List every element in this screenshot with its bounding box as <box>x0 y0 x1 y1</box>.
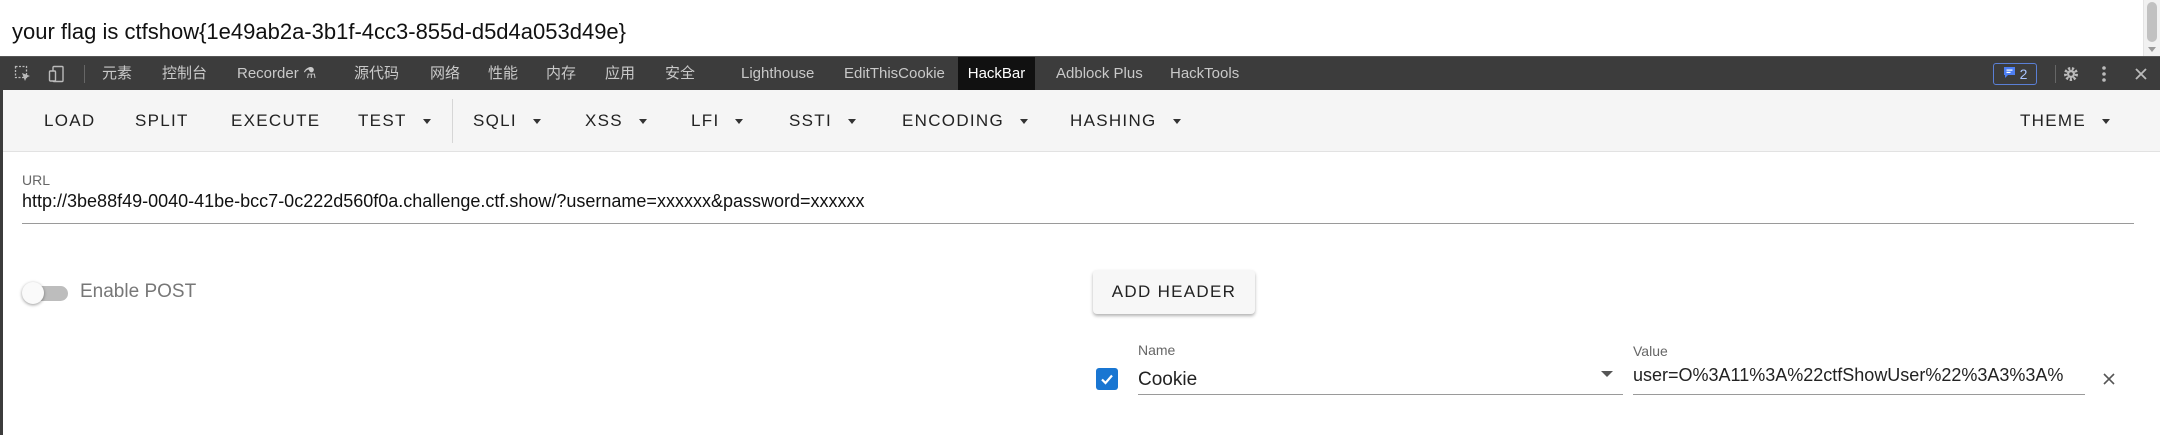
add-header-button[interactable]: ADD HEADER <box>1093 270 1255 314</box>
settings-icon[interactable] <box>2060 57 2082 91</box>
header-name-underline <box>1138 394 1623 395</box>
theme-label: THEME <box>2020 111 2086 130</box>
chevron-down-icon <box>638 118 647 124</box>
sqli-menu-button[interactable]: SQLI <box>473 90 541 152</box>
test-menu-button[interactable]: TEST <box>358 90 431 152</box>
split-label: SPLIT <box>135 111 189 130</box>
load-label: LOAD <box>44 111 96 130</box>
chevron-down-icon <box>735 118 744 124</box>
url-label: URL <box>22 172 51 188</box>
header-name-label: Name <box>1138 342 1176 358</box>
close-icon[interactable] <box>2130 57 2152 91</box>
tab-adblock-plus[interactable]: Adblock Plus <box>1046 57 1153 91</box>
issues-count: 2 <box>2019 66 2028 82</box>
chevron-down-icon <box>848 118 856 124</box>
url-underline <box>22 223 2134 224</box>
ssti-menu-button[interactable]: SSTI <box>789 90 856 152</box>
url-input[interactable]: http://3be88f49-0040-41be-bcc7-0c222d560… <box>22 191 865 212</box>
tab-performance[interactable]: 性能 <box>478 57 528 91</box>
toolbar-divider <box>452 99 453 143</box>
split-button[interactable]: SPLIT <box>135 90 189 152</box>
tab-editthiscookie[interactable]: EditThisCookie <box>834 57 955 91</box>
xss-label: XSS <box>585 111 623 130</box>
ssti-label: SSTI <box>789 111 832 130</box>
execute-label: EXECUTE <box>231 111 321 130</box>
remove-header-icon[interactable] <box>2102 368 2116 390</box>
encoding-label: ENCODING <box>902 111 1005 130</box>
tab-security[interactable]: 安全 <box>655 57 705 91</box>
header-name-select[interactable]: Cookie <box>1138 369 1197 391</box>
inspect-icon[interactable] <box>10 57 36 91</box>
chevron-down-icon[interactable] <box>1601 371 1613 377</box>
lfi-menu-button[interactable]: LFI <box>691 90 744 152</box>
lfi-label: LFI <box>691 111 720 130</box>
tab-separator <box>84 65 85 83</box>
scroll-down-arrow-icon[interactable] <box>2148 47 2156 52</box>
enable-post-toggle[interactable] <box>22 282 70 304</box>
theme-menu-button[interactable]: THEME <box>2020 90 2110 152</box>
device-toggle-icon[interactable] <box>44 57 70 91</box>
chevron-down-icon <box>2102 118 2110 124</box>
header-value-label: Value <box>1633 343 1668 359</box>
tab-elements[interactable]: 元素 <box>92 57 142 91</box>
header-value-input[interactable]: user=O%3A11%3A%22ctfShowUser%22%3A3%3A% <box>1633 365 2085 386</box>
tab-application[interactable]: 应用 <box>595 57 645 91</box>
chevron-down-icon <box>1172 118 1181 124</box>
test-label: TEST <box>358 111 407 130</box>
load-button[interactable]: LOAD <box>44 90 96 152</box>
issues-badge[interactable]: 2 <box>1993 63 2037 85</box>
hashing-label: HASHING <box>1070 111 1157 130</box>
xss-menu-button[interactable]: XSS <box>585 90 647 152</box>
checkmark-icon <box>1101 374 1113 385</box>
tab-memory[interactable]: 内存 <box>536 57 586 91</box>
hackbar-toolbar: LOAD SPLIT EXECUTE TEST SQLI XSS LFI SST… <box>0 90 2160 152</box>
flag-text: your flag is ctfshow{1e49ab2a-3b1f-4cc3-… <box>12 19 627 44</box>
sqli-label: SQLI <box>473 111 517 130</box>
tab-sources[interactable]: 源代码 <box>344 57 409 91</box>
header-enabled-checkbox[interactable] <box>1096 368 1118 390</box>
chevron-down-icon <box>422 118 431 124</box>
tab-hackbar[interactable]: HackBar <box>958 57 1035 91</box>
chevron-down-icon <box>1020 118 1029 124</box>
header-value-underline <box>1633 394 2085 395</box>
tab-console[interactable]: 控制台 <box>152 57 217 91</box>
page-content: your flag is ctfshow{1e49ab2a-3b1f-4cc3-… <box>0 0 2160 56</box>
chevron-down-icon <box>532 118 541 124</box>
page-scrollbar[interactable] <box>2143 0 2160 56</box>
toggle-knob <box>22 282 44 304</box>
issues-icon <box>2003 66 2016 82</box>
scrollbar-thumb[interactable] <box>2147 2 2157 42</box>
panel-left-border <box>0 90 3 435</box>
tab-recorder[interactable]: Recorder ⚗ <box>227 57 326 91</box>
execute-button[interactable]: EXECUTE <box>231 90 320 152</box>
tab-lighthouse[interactable]: Lighthouse <box>731 57 824 91</box>
add-header-label: ADD HEADER <box>1111 282 1237 301</box>
tab-network[interactable]: 网络 <box>420 57 470 91</box>
enable-post-label: Enable POST <box>80 281 197 302</box>
devtools-tab-bar: 元素 控制台 Recorder ⚗ 源代码 网络 性能 内存 应用 安全 Lig… <box>0 56 2160 91</box>
toolbar-separator <box>2055 65 2056 83</box>
hashing-menu-button[interactable]: HASHING <box>1070 90 1181 152</box>
encoding-menu-button[interactable]: ENCODING <box>902 90 1029 152</box>
tab-hacktools[interactable]: HackTools <box>1160 57 1249 91</box>
more-icon[interactable] <box>2095 57 2113 91</box>
